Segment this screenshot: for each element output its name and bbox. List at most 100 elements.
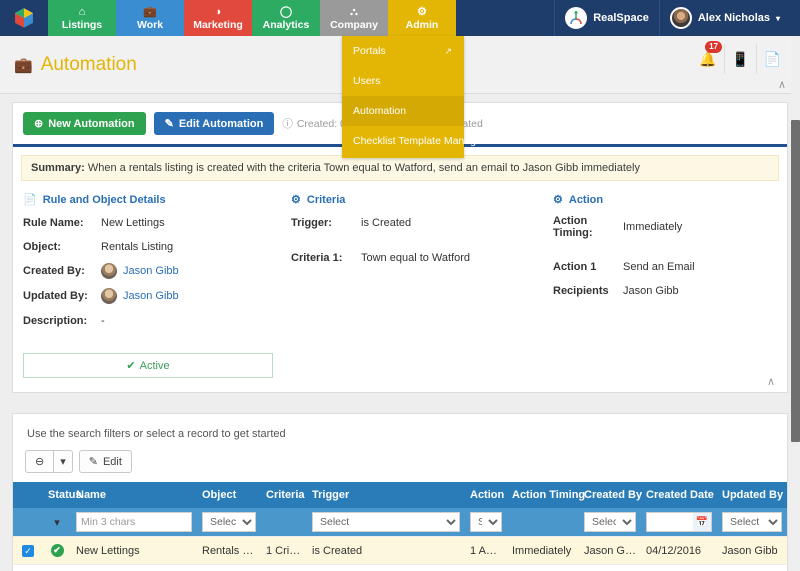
lightbulb-icon: ◯ (279, 6, 293, 18)
column-created-date[interactable]: Created Date (641, 482, 717, 508)
app-logo[interactable] (0, 0, 48, 36)
menu-item-checklist-template-manager[interactable]: Checklist Template Manager (342, 126, 485, 156)
field-action-timing-label: Action Timing: (553, 215, 593, 239)
row-name[interactable]: lead update (71, 564, 197, 571)
field-action-1: Action 1 Send an Email (553, 259, 777, 274)
column-name[interactable]: Name (71, 482, 197, 508)
header-collapse-toggle[interactable]: ∧ (778, 78, 786, 91)
nav-item-marketing[interactable]: ◑ Marketing (184, 0, 252, 36)
column-object[interactable]: Object (197, 482, 261, 508)
org-logo-icon (565, 7, 588, 29)
menu-item-users[interactable]: Users (342, 66, 464, 96)
filter-trigger-select[interactable]: Select (312, 512, 460, 532)
created-by-name[interactable]: Jason Gibb (123, 265, 179, 277)
user-menu[interactable]: Alex Nicholas ▾ (658, 0, 790, 36)
row-object: Lead (197, 564, 261, 571)
org-switcher[interactable]: RealSpace (554, 0, 659, 36)
automation-list-card: Use the search filters or select a recor… (12, 413, 788, 571)
row-object: Rentals Listing (197, 536, 261, 565)
nav-item-work[interactable]: 💼 Work (116, 0, 184, 36)
filter-action-select[interactable]: Select (470, 512, 502, 532)
field-criteria-1: Criteria 1: Town equal to Watford (291, 250, 553, 265)
table-row[interactable]: ✔ lead update Lead 1 Criteria is Created… (13, 564, 787, 571)
column-criteria[interactable]: Criteria (261, 482, 307, 508)
page-title-text: Automation (40, 53, 137, 75)
field-created-by: Created By: Jason Gibb (23, 263, 291, 279)
column-updated-by[interactable]: Updated By (717, 482, 787, 508)
filter-status-caret[interactable]: ▾ (43, 508, 71, 537)
row-checkbox-cell[interactable] (13, 564, 43, 571)
header-icon-group: 🔔 17 📱 📄 (692, 41, 788, 74)
row-updated-by[interactable]: Jason Gibb (717, 536, 787, 565)
notifications-button[interactable]: 🔔 17 (692, 41, 724, 74)
nav-right-group: RealSpace Alex Nicholas ▾ (554, 0, 800, 36)
table-filter-row: ▾ Select Select (13, 508, 787, 537)
row-checkbox[interactable]: ✓ (22, 544, 34, 557)
nav-item-admin[interactable]: ⚙ Admin (388, 0, 456, 36)
mobile-button[interactable]: 📱 (724, 44, 756, 74)
filter-name-cell (71, 508, 197, 537)
filter-created-by-select[interactable]: Select (584, 512, 636, 532)
filter-object-select[interactable]: Select (202, 512, 256, 532)
edit-automation-button[interactable]: ✎ Edit Automation (153, 112, 275, 135)
document-button[interactable]: 📄 (756, 44, 788, 74)
filter-object-cell: Select (197, 508, 261, 537)
pencil-icon: ✎ (88, 456, 98, 468)
list-action-bar: ⊖ ▾ ✎ Edit (13, 450, 787, 482)
mobile-icon: 📱 (731, 50, 750, 67)
new-automation-button[interactable]: ⊕ New Automation (23, 112, 146, 135)
deactivate-button[interactable]: ⊖ (25, 450, 54, 473)
briefcase-icon: 💼 (143, 6, 157, 18)
filter-name-input[interactable] (76, 512, 192, 532)
nav-item-listings[interactable]: ⌂ Listings (48, 0, 116, 36)
nav-item-analytics[interactable]: ◯ Analytics (252, 0, 320, 36)
field-updated-by-label: Updated By: (23, 290, 88, 302)
row-checkbox-cell[interactable]: ✓ (13, 536, 43, 565)
field-action-1-value: Send an Email (623, 260, 695, 273)
column-trigger[interactable]: Trigger (307, 482, 465, 508)
deactivate-dropdown-button[interactable]: ▾ (53, 450, 73, 473)
sliders-icon: ⚙ (291, 194, 301, 206)
row-criteria-link[interactable]: 1 Criteria (261, 536, 307, 565)
filter-updated-by-select[interactable]: Select (722, 512, 782, 532)
row-created-by[interactable]: Alex Nicholas (579, 564, 641, 571)
nav-item-company[interactable]: ⛬ Company (320, 0, 388, 36)
row-action-link[interactable]: 1 Action (465, 536, 507, 565)
column-select[interactable] (13, 482, 43, 508)
column-created-by[interactable]: Created By (579, 482, 642, 508)
nav-item-work-label: Work (136, 19, 164, 31)
column-action-timing[interactable]: Action Timing (507, 482, 585, 508)
calendar-icon[interactable]: 📅 (693, 513, 711, 531)
field-description-value: - (101, 314, 105, 327)
gear-icon: ⚙ (553, 194, 563, 206)
detail-card-collapse-toggle[interactable]: ∧ (767, 375, 775, 388)
field-criteria-1-value: Town equal to Watford (361, 251, 471, 264)
column-action[interactable]: Action (465, 482, 507, 508)
document-icon: 📄 (763, 50, 782, 67)
row-updated-by[interactable]: Paul McCamb (717, 564, 787, 571)
list-edit-button[interactable]: ✎ Edit (78, 450, 132, 473)
menu-item-automation[interactable]: Automation (342, 96, 464, 126)
new-automation-label: New Automation (48, 117, 135, 130)
table-row[interactable]: ✓ ✔ New Lettings Rentals Listing 1 Crite… (13, 536, 787, 565)
column-status[interactable]: Status (43, 482, 82, 508)
field-object-value: Rentals Listing (101, 240, 174, 253)
bell-icon: 🔔 (699, 50, 717, 67)
created-by-user[interactable]: Jason Gibb (101, 263, 179, 279)
updated-by-name[interactable]: Jason Gibb (123, 290, 179, 302)
page-scrollbar-thumb[interactable] (791, 120, 800, 442)
field-description: Description: - (23, 313, 291, 328)
rule-section-title-text: Rule and Object Details (42, 193, 166, 206)
row-action-timing: Immediately (507, 536, 579, 565)
row-created-by[interactable]: Jason Gibb (579, 536, 641, 565)
field-description-label: Description: (23, 314, 88, 327)
menu-item-portals[interactable]: Portals ↗ (342, 36, 464, 66)
row-action-link[interactable]: 1 Action (465, 564, 507, 571)
row-status-cell: ✔ (43, 564, 71, 571)
updated-by-user[interactable]: Jason Gibb (101, 288, 179, 304)
criteria-section: ⚙ Criteria Trigger: is Created Criteria … (291, 193, 553, 337)
page-title: 💼 Automation (14, 54, 137, 76)
page-scrollbar[interactable] (791, 36, 800, 571)
row-name[interactable]: New Lettings (71, 536, 197, 565)
row-criteria-link[interactable]: 1 Criteria (261, 564, 307, 571)
